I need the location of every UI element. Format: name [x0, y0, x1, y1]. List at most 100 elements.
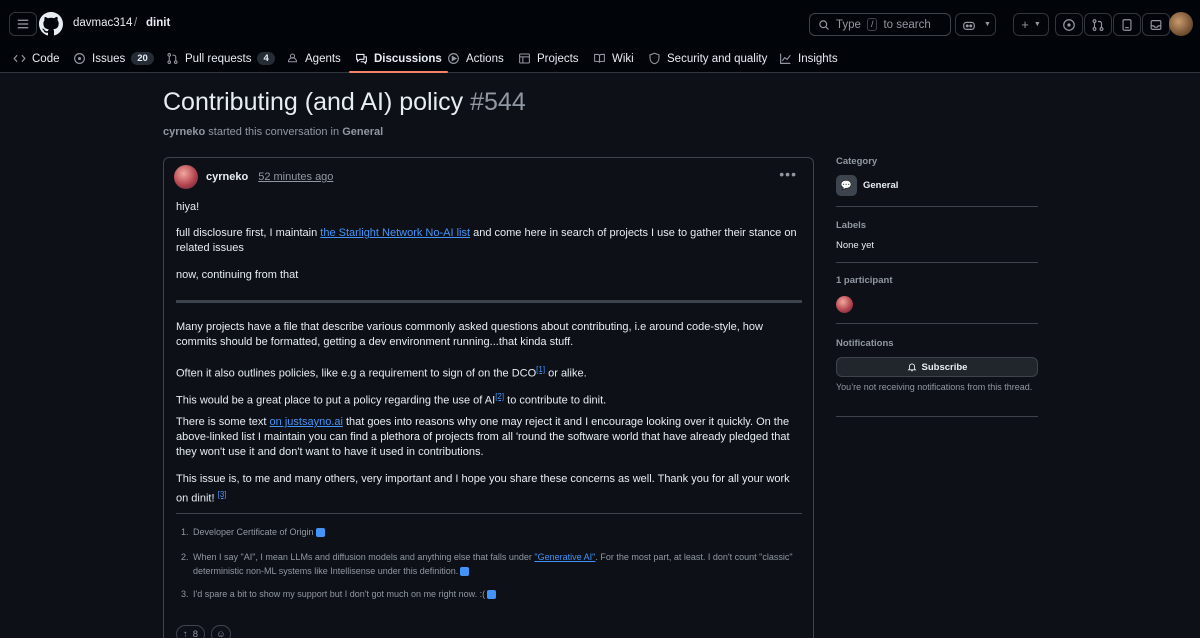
divider [836, 323, 1038, 324]
add-reaction-button[interactable]: ☺ [211, 625, 231, 638]
text-span: This issue is, to me and many others, ve… [176, 473, 790, 505]
sidebar-participants: 1 participant [836, 275, 1038, 313]
generative-ai-link[interactable]: "Generative AI" [534, 552, 595, 562]
upvote-button[interactable]: ↑ 8 [176, 625, 206, 638]
pull-request-icon [1092, 18, 1104, 31]
starlight-list-link[interactable]: the Starlight Network No-AI list [320, 227, 470, 239]
tab-security[interactable]: Security and quality [648, 44, 767, 73]
text-span: Often it also outlines policies, like e.… [176, 367, 537, 380]
tab-issues[interactable]: Issues 20 [73, 44, 154, 73]
arrow-up-icon: ↑ [183, 628, 188, 638]
footnote-text: Developer Certificate of Origin [193, 527, 314, 537]
paragraph: This would be a great place to put a pol… [176, 389, 802, 409]
footnote-ref-3[interactable]: [3] [218, 490, 227, 499]
menu-button[interactable] [9, 12, 37, 36]
tab-discussions[interactable]: Discussions [349, 44, 448, 73]
issue-icon [74, 53, 85, 64]
post-header: cyrneko 52 minutes ago [174, 164, 333, 190]
footnote-3: 3. I'd spare a bit to show my support but… [176, 587, 802, 601]
footnote-text: I'd spare a bit to show my support but I… [193, 589, 486, 599]
tab-projects[interactable]: Projects [518, 44, 579, 73]
tab-label: Pull requests [185, 52, 252, 65]
text-span: This would be a great place to put a pol… [176, 394, 496, 407]
pull-requests-button[interactable] [1084, 13, 1112, 36]
horizontal-rule [176, 300, 802, 303]
chevron-down-icon: ▼ [984, 21, 991, 28]
search-suffix: to search [883, 18, 931, 31]
play-icon [448, 53, 459, 64]
agents-icon [287, 53, 298, 63]
breadcrumb-separator: / [134, 17, 138, 29]
text-span: There is some text [176, 416, 270, 428]
subscribe-label: Subscribe [921, 361, 968, 373]
post-timestamp-link[interactable]: 52 minutes ago [258, 171, 333, 183]
footnote-backref-icon[interactable] [460, 567, 470, 577]
author-avatar[interactable] [174, 165, 198, 189]
paragraph: full disclosure first, I maintain the St… [176, 226, 802, 256]
search-icon [819, 19, 829, 30]
divider [836, 206, 1038, 207]
notifications-heading: Notifications [836, 338, 894, 349]
plus-icon: + [1021, 17, 1029, 32]
text-span: or alike. [545, 367, 587, 380]
tab-wiki[interactable]: Wiki [593, 44, 634, 73]
tab-code[interactable]: Code [13, 44, 60, 73]
discussion-post: cyrneko 52 minutes ago ••• hiya! full di… [163, 157, 814, 638]
repositories-button[interactable] [1113, 13, 1141, 36]
discussion-byline: cyrneko started this conversation in Gen… [163, 126, 383, 138]
repo-icon [1122, 18, 1132, 31]
post-author-link[interactable]: cyrneko [206, 171, 248, 183]
discussion-number: #544 [470, 88, 526, 116]
footnote-1: 1. Developer Certificate of Origin [176, 525, 802, 539]
category-item[interactable]: 💬 General [836, 175, 1038, 196]
divider [836, 416, 1038, 417]
footnote-text: When I say "AI", I mean LLMs and diffusi… [193, 552, 535, 562]
pull-request-icon [167, 53, 178, 64]
smiley-icon: ☺ [216, 628, 226, 638]
labels-heading: Labels [836, 220, 867, 231]
footnote-backref-icon[interactable] [487, 590, 497, 600]
footnote-2: 2. When I say "AI", I mean LLMs and diffu… [181, 552, 793, 577]
issues-button[interactable] [1055, 13, 1083, 36]
repo-owner-link[interactable]: davmac314 [73, 17, 132, 29]
paragraph: now, continuing from that [176, 269, 299, 281]
paragraph: Often it also outlines policies, like e.… [176, 362, 802, 382]
issue-icon [1063, 18, 1075, 31]
create-new-button[interactable]: + ▼ [1013, 13, 1049, 36]
tab-pull-requests[interactable]: Pull requests 4 [166, 44, 275, 73]
tab-insights[interactable]: Insights [779, 44, 838, 73]
repo-tabs: Code Issues 20 Pull requests 4 Agents Di… [0, 44, 1200, 73]
bell-icon [907, 363, 917, 372]
notifications-button[interactable] [1142, 13, 1170, 36]
tab-label: Agents [305, 52, 341, 65]
post-options-button[interactable]: ••• [779, 166, 797, 182]
upvote-count: 8 [192, 628, 199, 638]
repo-name-link[interactable]: dinit [146, 17, 170, 29]
footnote-backref-icon[interactable] [315, 528, 325, 538]
byline-author-link[interactable]: cyrneko [163, 126, 205, 138]
page-title: Contributing (and AI) policy #544 [163, 88, 526, 117]
tab-actions[interactable]: Actions [447, 44, 504, 73]
shield-icon [649, 52, 660, 65]
participant-avatar[interactable] [836, 296, 853, 313]
pull-requests-count-badge: 4 [257, 52, 275, 65]
github-logo-icon[interactable] [39, 12, 63, 36]
text-span: to contribute to dinit. [504, 394, 607, 407]
user-avatar[interactable] [1169, 12, 1193, 36]
participants-heading: 1 participant [836, 275, 893, 286]
subscribe-button[interactable]: Subscribe [836, 357, 1038, 377]
search-label: Type [836, 18, 861, 31]
tab-label: Actions [466, 52, 504, 65]
byline-category-link[interactable]: General [342, 126, 383, 138]
copilot-button[interactable]: ▼ [955, 13, 996, 36]
graph-icon [780, 53, 791, 64]
sidebar-labels: Labels None yet [836, 220, 1038, 251]
justsayno-link[interactable]: on justsayno.ai [270, 416, 343, 428]
paragraph: There is some text on justsayno.ai that … [176, 415, 802, 460]
footnote-ref-2[interactable]: [2] [495, 392, 504, 401]
footnote-ref-1[interactable]: [1] [536, 365, 545, 374]
tab-agents[interactable]: Agents [286, 44, 341, 73]
tab-label: Security and quality [667, 52, 768, 65]
search-input[interactable]: Type / to search [809, 13, 951, 36]
sidebar-notifications: Notifications Subscribe You’re not recei… [836, 338, 1038, 394]
